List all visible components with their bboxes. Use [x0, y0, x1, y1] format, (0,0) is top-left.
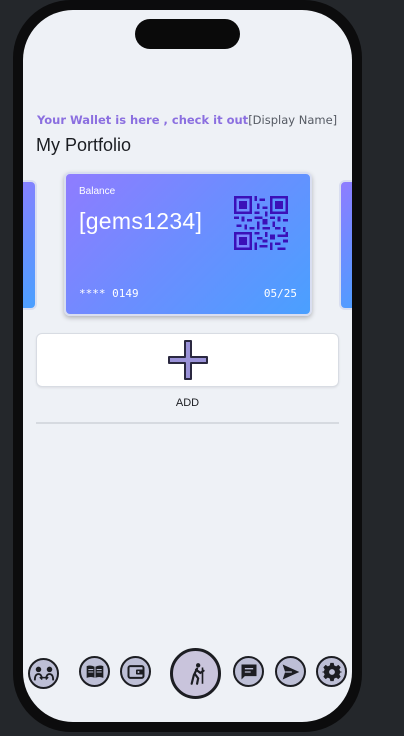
nav-users-exchange-button[interactable]: [28, 658, 59, 689]
wallet-card[interactable]: Balance [gems1234] **** 0149 05/25: [64, 172, 312, 316]
dynamic-island: [135, 19, 240, 49]
plus-icon: [168, 340, 208, 380]
nav-wallet-button[interactable]: [120, 656, 151, 687]
app-screen: Your Wallet is here , check it out[Displ…: [23, 10, 352, 722]
divider: [36, 422, 339, 424]
wallet-card-previous[interactable]: [23, 180, 37, 310]
card-expiry: 05/25: [263, 287, 297, 300]
send-icon: [282, 664, 299, 679]
wallet-tagline: Your Wallet is here , check it out: [37, 113, 249, 127]
nav-send-button[interactable]: [275, 656, 306, 687]
gear-icon: [321, 662, 342, 681]
wallet-header: Your Wallet is here , check it out[Displ…: [37, 113, 337, 127]
page-title: My Portfolio: [36, 135, 132, 155]
nav-chat-button[interactable]: [233, 656, 264, 687]
walking-person-icon: [190, 662, 205, 685]
wallet-card-next[interactable]: [339, 180, 352, 310]
nav-settings-button[interactable]: [316, 656, 347, 687]
chat-icon: [241, 664, 256, 679]
users-exchange-icon: [33, 666, 54, 680]
nav-activity-button[interactable]: [170, 648, 221, 699]
add-label: ADD: [175, 397, 200, 409]
phone-frame: Your Wallet is here , check it out[Displ…: [13, 0, 362, 732]
balance-label: Balance: [79, 186, 116, 197]
book-icon: [86, 665, 103, 678]
balance-value: [gems1234]: [79, 208, 203, 234]
display-name: [Display Name]: [248, 113, 338, 127]
card-number: **** 0149: [79, 287, 139, 300]
add-card-button[interactable]: [36, 333, 339, 387]
wallet-icon: [127, 664, 144, 679]
nav-book-button[interactable]: [79, 656, 110, 687]
qr-code-icon: [234, 196, 288, 250]
